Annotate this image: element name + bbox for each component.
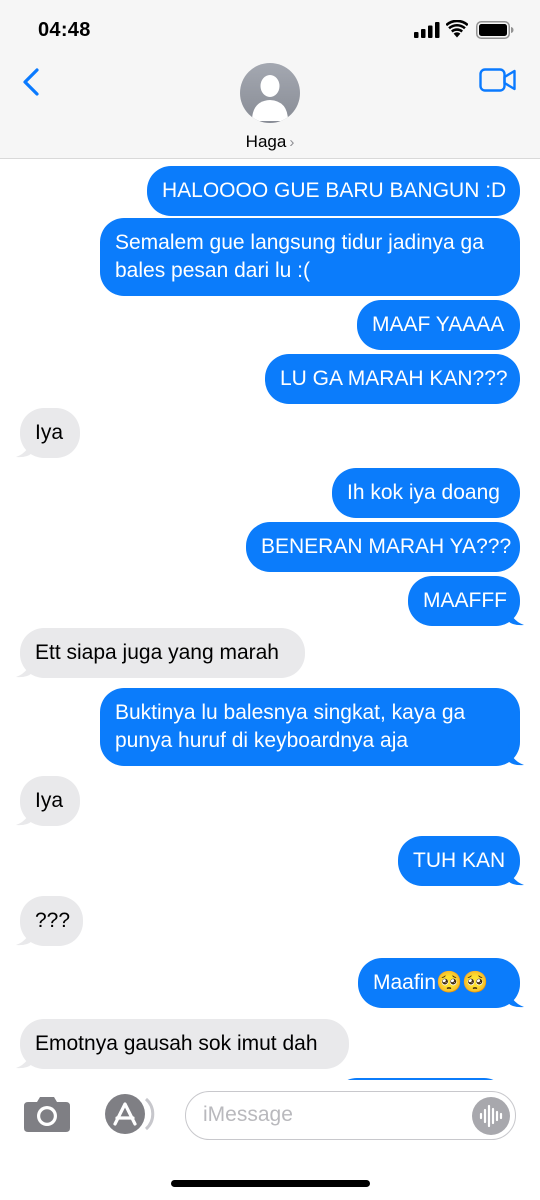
message-bubble[interactable]: LU GA MARAH KAN???: [265, 354, 520, 404]
chevron-right-icon: ›: [289, 134, 295, 151]
contact-avatar[interactable]: [240, 63, 300, 123]
message-text: LU GA MARAH KAN???: [280, 367, 508, 390]
audio-waveform-icon: [479, 1104, 503, 1128]
imessage-input[interactable]: [203, 1092, 463, 1138]
person-silhouette-icon: [252, 75, 288, 121]
message-text: Buktinya lu balesnya singkat, kaya ga: [115, 701, 466, 724]
message-bubble[interactable]: Ett siapa juga yang marah: [20, 628, 305, 678]
message-bubble[interactable]: MAAF YAAAA: [357, 300, 520, 350]
message-thread[interactable]: HALOOOO GUE BARU BANGUN :D Semalem gue la…: [0, 160, 540, 1080]
bubble-tail: [508, 744, 524, 766]
message-text: MAAFFF: [423, 589, 507, 612]
imessage-field: [185, 1091, 516, 1140]
message-text: Semalem gue langsung tidur jadinya ga: [115, 231, 484, 254]
message-text: Ett siapa juga yang marah: [35, 641, 279, 664]
bubble-tail: [16, 436, 32, 458]
audio-message-button[interactable]: [472, 1097, 510, 1135]
message-bubble[interactable]: MAAFFF: [408, 576, 520, 626]
bubble-tail: [16, 804, 32, 826]
message-bubble[interactable]: TUH KAN: [398, 836, 520, 886]
bubble-tail: [16, 924, 32, 946]
message-text: Iya: [35, 421, 64, 444]
message-text: TUH KAN: [413, 849, 506, 872]
message-text: HALOOOO GUE BARU BANGUN :D: [162, 179, 507, 202]
message-text: BENERAN MARAH YA???: [261, 535, 512, 558]
message-bubble[interactable]: Ih kok iya doang: [332, 468, 520, 518]
message-text: Emotnya gausah sok imut dah: [35, 1032, 318, 1055]
wifi-icon: [446, 20, 468, 38]
contact-name-label: Haga: [245, 132, 287, 151]
cellular-signal-icon: [414, 22, 440, 38]
message-bubble[interactable]: BENERAN MARAH YA???: [246, 522, 520, 572]
contact-name[interactable]: Haga ›: [0, 132, 540, 152]
bubble-tail: [508, 864, 524, 886]
message-bubble[interactable]: HALOOOO GUE BARU BANGUN :D: [147, 166, 520, 216]
camera-icon[interactable]: [22, 1094, 72, 1134]
message-text: Maafin🥺🥺: [373, 971, 489, 994]
battery-icon: [476, 21, 514, 39]
chevron-left-icon[interactable]: [20, 66, 44, 98]
conversation-header: Haga ›: [0, 58, 540, 159]
bubble-tail: [508, 604, 524, 626]
message-bubble[interactable]: Maafin🥺🥺: [358, 958, 520, 1008]
app-store-icon[interactable]: [101, 1094, 155, 1134]
bubble-tail: [16, 656, 32, 678]
message-text: punya huruf di keyboardnya aja: [115, 729, 409, 752]
home-indicator: [171, 1180, 370, 1187]
message-text: Ih kok iya doang: [347, 481, 500, 504]
status-time: 04:48: [38, 19, 91, 41]
bubble-tail: [508, 986, 524, 1008]
message-text: MAAF YAAAA: [372, 313, 505, 336]
message-bubble[interactable]: Semalem gue langsung tidur jadinya ga bal…: [100, 218, 520, 296]
message-text: ???: [35, 909, 71, 932]
bubble-tail: [16, 1047, 32, 1069]
input-bar: [0, 1080, 540, 1200]
video-camera-icon[interactable]: [479, 67, 517, 93]
message-bubble[interactable]: Emotnya gausah sok imut dah: [20, 1019, 349, 1069]
message-bubble[interactable]: Buktinya lu balesnya singkat, kaya ga pun…: [100, 688, 520, 766]
status-bar: 04:48: [0, 0, 540, 58]
message-text: bales pesan dari lu :(: [115, 259, 310, 282]
message-text: Iya: [35, 789, 64, 812]
